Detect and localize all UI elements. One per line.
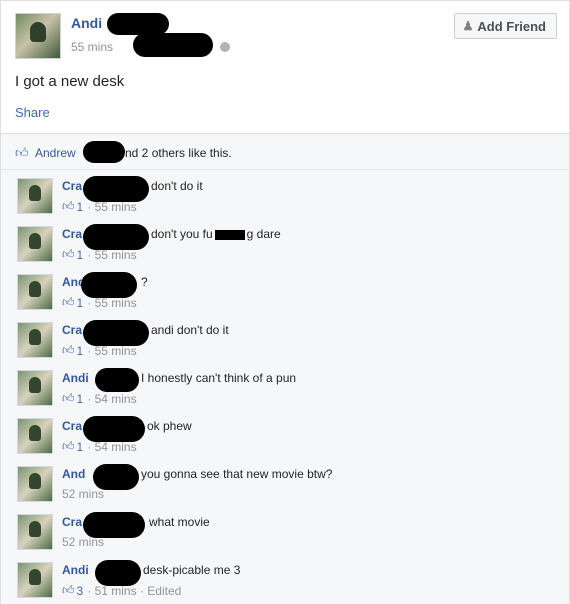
like-count[interactable]: 1 xyxy=(77,344,84,358)
comment-timestamp[interactable]: 55 mins xyxy=(95,296,137,310)
comment-timestamp[interactable]: 52 mins xyxy=(62,535,104,549)
globe-icon xyxy=(220,42,230,52)
commenter-avatar[interactable] xyxy=(17,514,53,550)
like-count[interactable]: 3 xyxy=(77,584,84,598)
redaction xyxy=(95,368,139,392)
comment-meta: 👍︎ 1 · 54 mins xyxy=(62,391,137,406)
separator-dot: · xyxy=(87,343,95,358)
thumbs-up-icon[interactable]: 👍︎ xyxy=(62,343,75,358)
thumbs-up-icon[interactable]: 👍︎ xyxy=(62,295,75,310)
likes-name[interactable]: Andrew xyxy=(35,146,76,160)
separator-dot: · xyxy=(87,247,95,262)
comment-text: ok phew xyxy=(147,419,192,433)
thumbs-up-icon: 👍︎ xyxy=(15,145,29,160)
comment-list: Cra don't do it 👍︎ 1 · 55 mins Cra don't you f… xyxy=(1,169,569,604)
likes-text: nd 2 others like this. xyxy=(125,146,232,160)
author-name[interactable]: Andi xyxy=(71,15,102,31)
commenter-avatar[interactable] xyxy=(17,370,53,406)
commenter-avatar[interactable] xyxy=(17,178,53,214)
comment-text: I honestly can't think of a pun xyxy=(141,371,297,385)
comment-meta: 👍︎ 1 · 54 mins xyxy=(62,439,137,454)
separator-dot: · xyxy=(136,583,148,598)
comment-text: desk-picable me 3 xyxy=(143,563,241,577)
post-card: Andi 55 mins ♟ Add Friend I got a new de… xyxy=(0,0,570,604)
comment-text: ? xyxy=(141,275,148,289)
add-friend-label: Add Friend xyxy=(477,18,546,34)
add-friend-icon: ♟ xyxy=(462,19,474,33)
post-header: Andi 55 mins ♟ Add Friend xyxy=(15,13,557,63)
commenter-name[interactable]: Andi xyxy=(62,563,89,577)
commenter-avatar[interactable] xyxy=(17,466,53,502)
comment-item: Cra ok phew 👍︎ 1 · 54 mins xyxy=(1,410,569,458)
comment-timestamp[interactable]: 55 mins xyxy=(95,248,137,262)
comment-text: you gonna see that new movie btw? xyxy=(141,467,333,481)
comment-meta: 👍︎ 1 · 55 mins xyxy=(62,199,137,214)
comment-timestamp[interactable]: 55 mins xyxy=(95,200,137,214)
post-body: I got a new desk xyxy=(15,73,125,90)
redaction xyxy=(133,33,213,57)
comment-text: don't you fu g dare xyxy=(151,227,281,241)
comment-item: Cra what movie 52 mins xyxy=(1,506,569,554)
comment-meta: 👍︎ 1 · 55 mins xyxy=(62,247,137,262)
thumbs-up-icon[interactable]: 👍︎ xyxy=(62,391,75,406)
commenter-avatar[interactable] xyxy=(17,226,53,262)
comment-timestamp[interactable]: 52 mins xyxy=(62,487,104,501)
separator-dot: · xyxy=(87,391,95,406)
comment-meta: 52 mins xyxy=(62,487,104,501)
share-link[interactable]: Share xyxy=(15,105,50,120)
comment-text: don't do it xyxy=(151,179,203,193)
redaction xyxy=(83,141,125,163)
thumbs-up-icon[interactable]: 👍︎ xyxy=(62,247,75,262)
comment-meta: 👍︎ 1 · 55 mins xyxy=(62,343,137,358)
comment-meta: 👍︎ 1 · 55 mins xyxy=(62,295,137,310)
edited-label[interactable]: Edited xyxy=(147,584,181,598)
commenter-name[interactable]: Cra xyxy=(62,179,82,193)
commenter-name[interactable]: And xyxy=(62,467,85,481)
separator-dot: · xyxy=(87,295,95,310)
author-avatar[interactable] xyxy=(15,13,61,59)
comment-item: And? 👍︎ 1 · 55 mins xyxy=(1,266,569,314)
commenter-name[interactable]: Cra xyxy=(62,227,82,241)
add-friend-button[interactable]: ♟ Add Friend xyxy=(453,13,557,39)
like-count[interactable]: 1 xyxy=(77,200,84,214)
comment-timestamp[interactable]: 54 mins xyxy=(95,440,137,454)
commenter-name[interactable]: Andi xyxy=(62,371,89,385)
comment-text: andi don't do it xyxy=(151,323,229,337)
like-count[interactable]: 1 xyxy=(77,296,84,310)
comment-item: Andi I honestly can't think of a pun 👍︎ 1 · … xyxy=(1,362,569,410)
like-count[interactable]: 1 xyxy=(77,392,84,406)
comment-timestamp[interactable]: 51 mins xyxy=(95,584,137,598)
like-count[interactable]: 1 xyxy=(77,248,84,262)
commenter-avatar[interactable] xyxy=(17,274,53,310)
separator-dot: · xyxy=(87,439,95,454)
comment-text: what movie xyxy=(149,515,210,529)
comment-item: Cra don't do it 👍︎ 1 · 55 mins xyxy=(1,170,569,218)
commenter-avatar[interactable] xyxy=(17,322,53,358)
like-count[interactable]: 1 xyxy=(77,440,84,454)
comment-meta: 👍︎ 3 · 51 mins · Edited xyxy=(62,583,181,598)
redaction xyxy=(107,13,169,35)
comment-timestamp[interactable]: 55 mins xyxy=(95,344,137,358)
comment-text-part: g dare xyxy=(246,227,281,241)
comment-item: And you gonna see that new movie btw? 52 m… xyxy=(1,458,569,506)
separator-dot: · xyxy=(87,199,95,214)
commenter-avatar[interactable] xyxy=(17,418,53,454)
commenter-name[interactable]: Cra xyxy=(62,419,82,433)
comment-item: Cra andi don't do it 👍︎ 1 · 55 mins xyxy=(1,314,569,362)
likes-summary: 👍︎ Andrew nd 2 others like this. xyxy=(1,133,569,169)
separator-dot: · xyxy=(87,583,95,598)
comment-item: Cra don't you fu g dare 👍︎ 1 · 55 mins xyxy=(1,218,569,266)
commenter-name[interactable]: Cra xyxy=(62,515,82,529)
comment-timestamp[interactable]: 54 mins xyxy=(95,392,137,406)
thumbs-up-icon[interactable]: 👍︎ xyxy=(62,199,75,214)
post-timestamp[interactable]: 55 mins xyxy=(71,40,113,54)
commenter-avatar[interactable] xyxy=(17,562,53,598)
comment-item: Andi desk-picable me 3 👍︎ 3 · 51 mins · Edit… xyxy=(1,554,569,602)
comment-meta: 52 mins xyxy=(62,535,104,549)
commenter-name[interactable]: Cra xyxy=(62,323,82,337)
redaction xyxy=(214,229,245,240)
thumbs-up-icon[interactable]: 👍︎ xyxy=(62,583,75,598)
thumbs-up-icon[interactable]: 👍︎ xyxy=(62,439,75,454)
comment-text-part: don't you fu xyxy=(151,227,213,241)
